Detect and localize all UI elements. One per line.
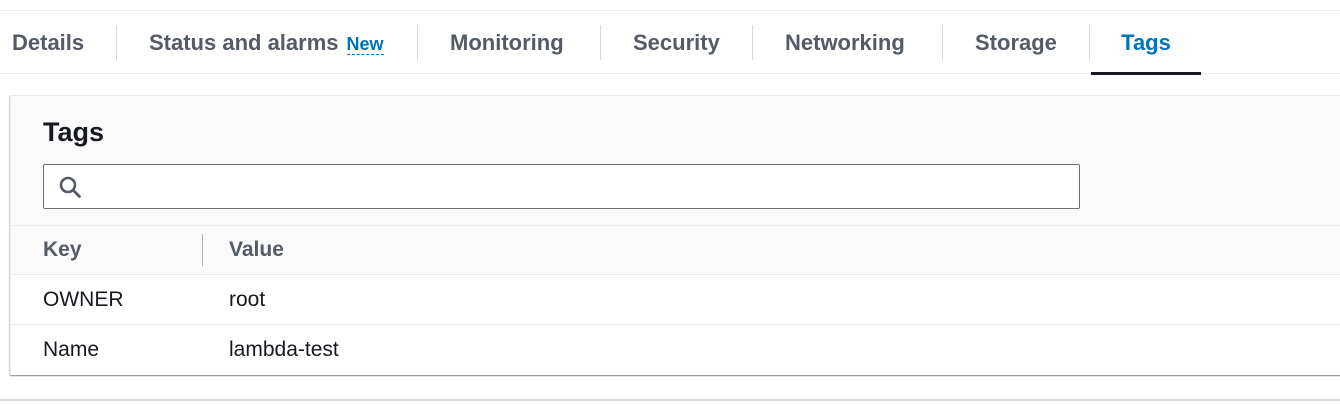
search-box[interactable]: [43, 164, 1080, 209]
tab-label: Details: [12, 29, 85, 55]
tab-divider: [942, 25, 943, 60]
panel-title: Tags: [43, 117, 105, 147]
tab-label: Status and alarms: [149, 29, 339, 55]
table-row: Name lambda-test: [11, 325, 1340, 375]
column-header-key[interactable]: Key: [43, 226, 82, 274]
panel-header: Tags: [11, 96, 1340, 226]
tab-monitoring[interactable]: Monitoring: [450, 11, 564, 74]
tab-label: Networking: [785, 29, 905, 55]
section-divider: [0, 399, 1340, 401]
tag-key-cell: Name: [43, 338, 100, 361]
tags-table: Key Value OWNER root Name lambda-test: [11, 226, 1340, 375]
tab-divider: [600, 25, 601, 60]
tab-details[interactable]: Details: [12, 11, 84, 74]
tab-security[interactable]: Security: [633, 11, 720, 74]
tags-panel: Tags Key Value OWNER root Name lambda-te…: [10, 95, 1340, 375]
tab-status-and-alarms[interactable]: Status and alarms New: [149, 11, 384, 74]
tab-label: Security: [633, 29, 720, 55]
search-input[interactable]: [90, 165, 1070, 208]
column-header-value[interactable]: Value: [229, 226, 284, 274]
tab-tags[interactable]: Tags: [1091, 11, 1201, 75]
tab-divider: [752, 25, 753, 60]
search-icon: [58, 175, 82, 199]
tab-label: Tags: [1121, 29, 1171, 55]
column-resizer[interactable]: [202, 234, 203, 266]
tab-divider: [1089, 25, 1090, 60]
tab-label: Storage: [975, 29, 1057, 55]
table-row: OWNER root: [11, 275, 1340, 325]
tag-key-cell: OWNER: [43, 288, 124, 311]
tab-label: Monitoring: [450, 29, 564, 55]
tag-value-cell: root: [229, 288, 266, 311]
tab-networking[interactable]: Networking: [785, 11, 905, 74]
tab-divider: [417, 25, 418, 60]
tag-value-cell: lambda-test: [229, 338, 339, 361]
tab-divider: [116, 25, 117, 60]
instance-detail-page: Details Status and alarms New Monitoring…: [0, 0, 1340, 404]
tab-bar: Details Status and alarms New Monitoring…: [0, 10, 1340, 75]
tab-storage[interactable]: Storage: [975, 11, 1057, 74]
table-header-row: Key Value: [11, 226, 1340, 275]
new-badge[interactable]: New: [346, 34, 384, 56]
